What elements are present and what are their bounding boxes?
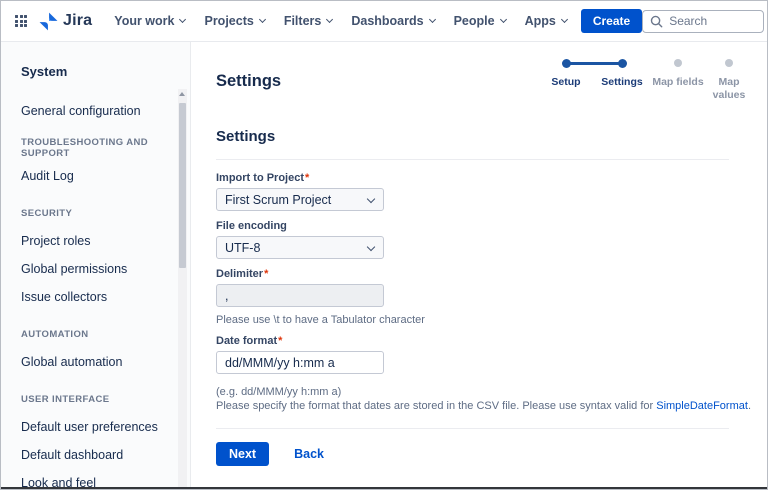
sidebar-item-global-automation[interactable]: Global automation — [21, 348, 190, 376]
search-input[interactable] — [669, 14, 754, 28]
date-format-input[interactable] — [216, 351, 384, 374]
chevron-down-icon — [500, 16, 507, 23]
file-encoding-group: File encoding UTF-8 — [216, 220, 384, 259]
chevron-down-icon — [429, 16, 436, 23]
sidebar-scrollbar[interactable] — [178, 89, 187, 489]
step-map-fields: Map fields — [650, 59, 706, 102]
step-dot — [618, 59, 627, 68]
date-format-help-text: Please specify the format that dates are… — [216, 400, 752, 412]
delimiter-help-text: Please use \t to have a Tabulator charac… — [216, 314, 752, 326]
search-box[interactable] — [642, 10, 764, 33]
required-asterisk: * — [305, 172, 309, 184]
sidebar-title: System — [21, 64, 190, 79]
import-wizard-stepper: Setup Settings Map fields Map values — [538, 59, 752, 102]
simpledateformat-link[interactable]: SimpleDateFormat — [656, 400, 748, 412]
brand-name: Jira — [63, 12, 92, 30]
step-dot — [562, 59, 571, 68]
step-connector — [566, 62, 622, 65]
main-content: Settings Setup Settings Map fields — [191, 42, 767, 489]
file-encoding-select[interactable]: UTF-8 — [216, 236, 384, 259]
chevron-down-icon — [179, 16, 186, 23]
nav-your-work[interactable]: Your work — [114, 14, 185, 28]
sidebar-item-project-roles[interactable]: Project roles — [21, 227, 190, 255]
file-encoding-label: File encoding — [216, 220, 384, 232]
sidebar-item-look-and-feel[interactable]: Look and feel — [21, 469, 190, 489]
chevron-down-icon — [367, 195, 375, 203]
sidebar-section-security: SECURITY — [21, 199, 190, 227]
required-asterisk: * — [278, 335, 282, 347]
search-icon — [650, 15, 663, 28]
window-bottom-edge — [1, 487, 767, 489]
nav-projects[interactable]: Projects — [204, 14, 264, 28]
date-format-label: Date format* — [216, 335, 384, 347]
step-settings: Settings — [594, 59, 650, 102]
create-button[interactable]: Create — [581, 9, 642, 33]
chevron-down-icon — [259, 16, 266, 23]
sidebar-section-user-interface: USER INTERFACE — [21, 385, 190, 413]
scrollbar-thumb[interactable] — [179, 103, 186, 268]
sidebar-item-global-permissions[interactable]: Global permissions — [21, 255, 190, 283]
step-dot — [674, 59, 682, 67]
date-format-example: (e.g. dd/MMM/yy h:mm a) — [216, 386, 752, 398]
required-asterisk: * — [264, 268, 268, 280]
top-navbar: Jira Your work Projects Filters Dashboar… — [1, 1, 767, 42]
back-link[interactable]: Back — [294, 447, 324, 461]
chevron-down-icon — [326, 16, 333, 23]
sidebar-item-default-user-preferences[interactable]: Default user preferences — [21, 413, 190, 441]
page-title: Settings — [216, 72, 281, 91]
app-switcher-icon[interactable] — [15, 15, 27, 27]
import-project-select[interactable]: First Scrum Project — [216, 188, 384, 211]
jira-window: Jira Your work Projects Filters Dashboar… — [0, 0, 768, 490]
sidebar-section-troubleshooting: TROUBLESHOOTING AND SUPPORT — [21, 134, 190, 162]
next-button[interactable]: Next — [216, 442, 269, 466]
delimiter-group: Delimiter* — [216, 268, 384, 307]
divider — [216, 428, 729, 429]
sidebar-section-automation: AUTOMATION — [21, 320, 190, 348]
admin-sidebar: System General configuration TROUBLESHOO… — [1, 42, 191, 489]
sidebar-item-general-configuration[interactable]: General configuration — [21, 97, 190, 125]
import-project-group: Import to Project* First Scrum Project — [216, 172, 384, 211]
chevron-down-icon — [561, 16, 568, 23]
step-setup: Setup — [538, 59, 594, 102]
delimiter-input[interactable] — [216, 284, 384, 307]
nav-dashboards[interactable]: Dashboards — [351, 14, 434, 28]
scrollbar-up-arrow-icon[interactable] — [179, 92, 185, 96]
date-format-group: Date format* — [216, 335, 384, 374]
import-project-label: Import to Project* — [216, 172, 384, 184]
nav-apps[interactable]: Apps — [525, 14, 567, 28]
sidebar-item-issue-collectors[interactable]: Issue collectors — [21, 283, 190, 311]
nav-filters[interactable]: Filters — [284, 14, 333, 28]
sidebar-item-default-dashboard[interactable]: Default dashboard — [21, 441, 190, 469]
step-map-values: Map values — [706, 59, 752, 102]
sidebar-item-audit-log[interactable]: Audit Log — [21, 162, 190, 190]
chevron-down-icon — [367, 243, 375, 251]
divider — [216, 159, 729, 160]
jira-mark-icon — [39, 12, 63, 31]
step-dot — [725, 59, 733, 67]
delimiter-label: Delimiter* — [216, 268, 384, 280]
jira-logo[interactable]: Jira — [39, 12, 92, 31]
form-section-title: Settings — [216, 128, 752, 145]
nav-people[interactable]: People — [454, 14, 506, 28]
